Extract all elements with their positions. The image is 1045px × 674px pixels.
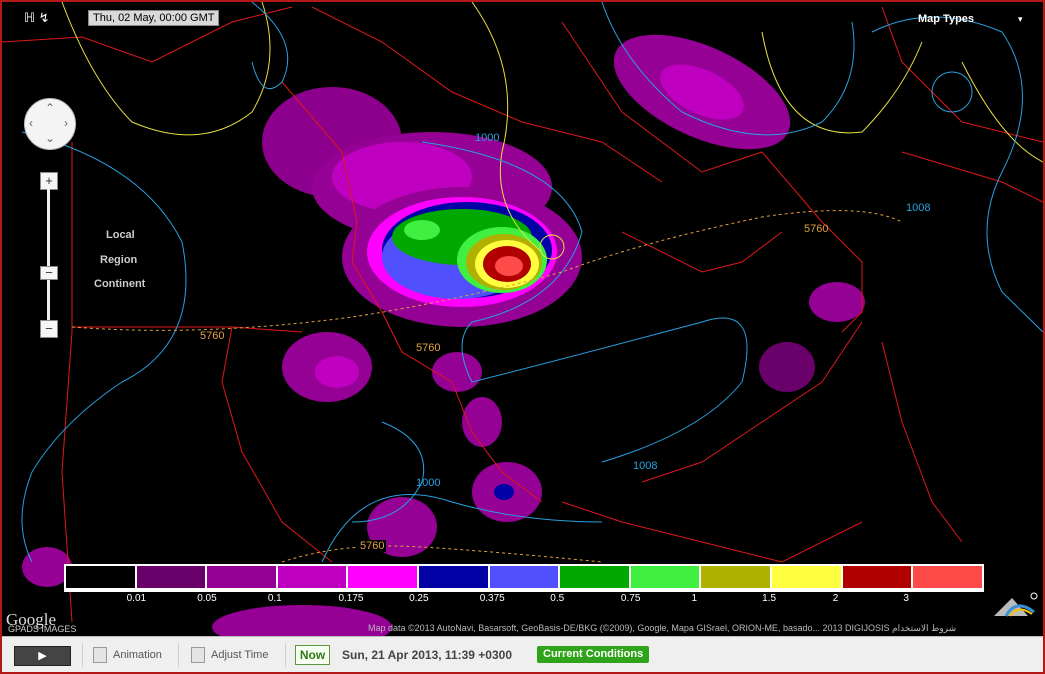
- weather-map[interactable]: ℍ ↯ Thu, 02 May, 00:00 GMT Map Types ▾ ⌃…: [2, 2, 1043, 636]
- legend-swatch: [277, 566, 347, 588]
- play-button[interactable]: ▶: [14, 646, 71, 666]
- legend-label: 0.01: [126, 593, 147, 604]
- legend-swatch: [842, 566, 912, 588]
- legend-swatch: [207, 566, 276, 588]
- current-time: Sun, 21 Apr 2013, 11:39 +0300: [342, 648, 512, 662]
- map-graphics: [2, 2, 1043, 636]
- legend-swatch: [560, 566, 629, 588]
- contour-label: 5760: [804, 223, 829, 235]
- overlay-option-continent[interactable]: Continent: [94, 278, 145, 290]
- site-logo-icon: ℍ ↯: [24, 10, 50, 25]
- pan-up-icon[interactable]: ⌃: [45, 101, 55, 115]
- animation-button[interactable]: Animation: [113, 649, 162, 661]
- legend-label: 0.5: [550, 593, 565, 604]
- contour-label: 5760: [200, 330, 225, 342]
- overlay-option-region[interactable]: Region: [100, 254, 137, 266]
- toolbar-divider: [82, 643, 83, 667]
- legend-label: 0.05: [197, 593, 217, 604]
- legend-label: 3: [903, 593, 909, 604]
- legend-label: 0.25: [409, 593, 429, 604]
- current-conditions-button[interactable]: Current Conditions: [537, 646, 650, 663]
- legend-swatch: [489, 566, 559, 588]
- legend-label: 2: [832, 593, 839, 604]
- zoom-slider-track[interactable]: [47, 188, 50, 320]
- legend-swatch: [913, 566, 982, 588]
- legend-swatch: [630, 566, 700, 588]
- map-types-button[interactable]: Map Types: [918, 13, 974, 25]
- contour-label: 1008: [906, 202, 931, 214]
- toolbar-divider: [285, 643, 286, 667]
- legend-label: 0.1: [267, 593, 282, 604]
- adjust-time-button[interactable]: Adjust Time: [211, 649, 268, 661]
- legend-swatch: [772, 566, 841, 588]
- pan-right-icon[interactable]: ›: [64, 116, 68, 130]
- legend-swatch: [701, 566, 771, 588]
- calendar-icon[interactable]: [93, 647, 107, 663]
- legend-swatch: [419, 566, 488, 588]
- toolbar-divider: [178, 643, 179, 667]
- pan-control[interactable]: ⌃ ⌄ ‹ ›: [24, 98, 76, 150]
- zoom-slider-handle[interactable]: −: [40, 266, 58, 280]
- contour-label: 1008: [633, 460, 658, 472]
- bottom-toolbar: ▶ Animation Adjust Time Now Sun, 21 Apr …: [2, 636, 1043, 672]
- pan-down-icon[interactable]: ⌄: [45, 131, 55, 145]
- forecast-date-badge: Thu, 02 May, 00:00 GMT: [88, 10, 220, 26]
- now-button[interactable]: Now: [295, 645, 330, 665]
- contour-label: 5760: [358, 540, 387, 552]
- calendar-icon[interactable]: [191, 647, 205, 663]
- legend-label: 1.5: [762, 593, 777, 604]
- legend-label: 0.375: [479, 593, 505, 604]
- pan-left-icon[interactable]: ‹: [29, 116, 33, 130]
- overlay-option-local[interactable]: Local: [106, 229, 135, 241]
- app-frame: ℍ ↯ Thu, 02 May, 00:00 GMT Map Types ▾ ⌃…: [0, 0, 1045, 674]
- weather-logo-icon: [994, 592, 1038, 617]
- contour-label: 1000: [475, 132, 500, 144]
- legend-swatch: [136, 566, 206, 588]
- chevron-down-icon[interactable]: ▾: [1018, 14, 1023, 25]
- legend-label: 0.175: [338, 593, 364, 604]
- imagery-credit: GPADS IMAGES: [8, 624, 77, 634]
- precipitation-legend: [64, 564, 984, 592]
- contour-label: 1000: [416, 477, 441, 489]
- map-attribution: Map data ©2013 AutoNavi, Basarsoft, GeoB…: [368, 623, 957, 633]
- contour-label: 5760: [414, 342, 443, 354]
- legend-swatch: [66, 566, 135, 588]
- legend-label: 1: [691, 593, 698, 604]
- zoom-out-button[interactable]: −: [40, 320, 58, 338]
- legend-label: 0.75: [620, 593, 641, 604]
- legend-swatch: [348, 566, 418, 588]
